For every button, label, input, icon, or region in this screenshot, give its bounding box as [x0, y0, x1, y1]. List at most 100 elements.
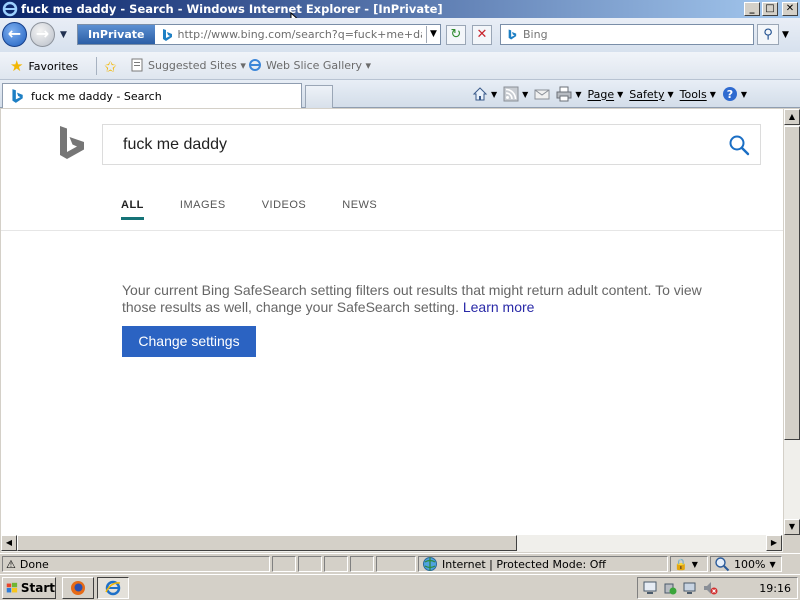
learn-more-link[interactable]: Learn more [463, 299, 535, 315]
stop-button[interactable]: ✕ [472, 25, 492, 45]
bing-search-box[interactable] [102, 124, 761, 165]
page-content: ALL IMAGES VIDEOS NEWS Your current Bing… [1, 109, 783, 535]
vertical-scrollbar[interactable]: ▲ ▼ [783, 109, 800, 535]
power-icon[interactable] [662, 580, 678, 596]
page-menu[interactable]: Page ▼ [587, 88, 623, 101]
zoom-button[interactable]: 100% ▼ [710, 556, 782, 572]
tab-videos[interactable]: VIDEOS [262, 199, 307, 220]
home-button[interactable]: ▼ [472, 86, 497, 102]
scroll-down-button[interactable]: ▼ [784, 519, 800, 535]
scroll-up-button[interactable]: ▲ [784, 109, 800, 125]
refresh-icon: ↻ [450, 27, 462, 42]
horizontal-scrollbar[interactable]: ◀ ▶ [1, 535, 783, 552]
status-bar: ⚠ Done Internet | Protected Mode: Off 🔒 … [0, 553, 800, 573]
clock[interactable]: 19:16 [759, 582, 791, 595]
minimize-button[interactable]: _ [744, 2, 760, 16]
back-button[interactable]: ← [2, 22, 27, 47]
safety-menu-label: Safety [629, 87, 665, 101]
status-text: Done [19, 557, 49, 571]
address-dropdown[interactable]: ▼ [426, 26, 440, 43]
rss-icon [503, 86, 519, 102]
tab-search[interactable]: fuck me daddy - Search [2, 83, 302, 108]
taskbar-firefox[interactable] [62, 577, 94, 599]
feeds-button[interactable]: ▼ [503, 86, 528, 102]
read-mail-button[interactable] [534, 86, 550, 102]
chevron-down-icon: ▼ [691, 559, 698, 569]
new-tab-button[interactable] [305, 85, 333, 108]
search-input[interactable] [523, 28, 723, 41]
chevron-down-icon: ▼ [667, 89, 674, 99]
chevron-down-icon: ▼ [575, 89, 582, 99]
volume-muted-icon[interactable] [702, 580, 718, 596]
title-bar[interactable]: fuck me daddy - Search - Windows Interne… [0, 0, 800, 18]
bing-query-input[interactable] [103, 135, 703, 154]
system-tray: 19:16 [637, 577, 798, 599]
safesearch-notice-text: Your current Bing SafeSearch setting fil… [122, 282, 702, 315]
scroll-left-button[interactable]: ◀ [1, 535, 17, 551]
help-button[interactable]: ? ▼ [722, 86, 747, 102]
favorite-link-suggested-sites[interactable]: Suggested Sites ▾ [130, 58, 246, 72]
chevron-down-icon: ▼ [709, 89, 716, 99]
security-zone-label: Internet | Protected Mode: Off [442, 557, 606, 571]
tab-bar: fuck me daddy - Search ▼ ▼ ▼ Page ▼ Safe… [0, 80, 800, 108]
status-pane [350, 556, 374, 572]
search-box[interactable] [500, 24, 754, 45]
ie-icon [105, 580, 121, 596]
scroll-right-button[interactable]: ▶ [766, 535, 782, 551]
print-button[interactable]: ▼ [556, 86, 581, 102]
status-pane [376, 556, 416, 572]
printer-icon [556, 86, 572, 102]
search-button[interactable]: ⚲ [757, 24, 779, 45]
favorites-bar: ★ Favorites ✩ Suggested Sites ▾ Web Slic… [0, 52, 800, 80]
home-icon [472, 87, 488, 101]
tools-menu-label: Tools [679, 87, 707, 101]
favorite-link-label: Web Slice Gallery ▾ [266, 58, 372, 72]
bing-icon [12, 89, 23, 103]
taskbar: Start 19:16 [0, 574, 800, 600]
tools-menu[interactable]: Tools ▼ [680, 88, 716, 101]
separator [96, 57, 97, 75]
status-pane [298, 556, 322, 572]
chevron-down-icon: ▼ [491, 89, 498, 99]
start-label: Start [20, 581, 55, 595]
bing-logo-icon[interactable] [57, 125, 87, 163]
horizontal-scroll-thumb[interactable] [17, 535, 517, 551]
compatibility-refresh-button[interactable]: ↻ [446, 25, 466, 45]
search-icon[interactable] [728, 134, 750, 156]
favorites-button[interactable]: ★ Favorites [6, 56, 82, 76]
taskbar-internet-explorer[interactable] [97, 577, 129, 599]
address-url[interactable]: http://www.bing.com/search?q=fuck+me+dad… [177, 28, 422, 41]
tab-news[interactable]: NEWS [342, 199, 377, 220]
warning-icon: ⚠ [6, 557, 16, 571]
favorite-link-web-slice-gallery[interactable]: Web Slice Gallery ▾ [248, 58, 371, 72]
start-button[interactable]: Start [2, 577, 56, 599]
recent-pages-dropdown[interactable]: ▼ [60, 30, 67, 40]
close-button[interactable]: ✕ [782, 2, 798, 16]
address-bar[interactable]: InPrivate http://www.bing.com/search?q=f… [77, 24, 441, 45]
tab-images[interactable]: IMAGES [180, 199, 226, 220]
tab-label: fuck me daddy - Search [31, 89, 162, 103]
chevron-down-icon: ▼ [617, 89, 624, 99]
protected-mode-button[interactable]: 🔒 ▼ [670, 556, 708, 572]
vertical-scroll-thumb[interactable] [784, 126, 800, 440]
search-options-dropdown[interactable]: ▼ [782, 30, 789, 40]
network-icon[interactable] [642, 580, 658, 596]
tab-all[interactable]: ALL [121, 199, 144, 220]
bing-icon [162, 28, 172, 41]
add-to-favorites-bar-button[interactable]: ✩ [104, 58, 117, 76]
favorite-link-label: Suggested Sites ▾ [148, 58, 246, 72]
safesearch-notice: Your current Bing SafeSearch setting fil… [122, 282, 732, 316]
inprivate-badge: InPrivate [78, 25, 155, 44]
monitor-icon[interactable] [682, 580, 698, 596]
status-pane [272, 556, 296, 572]
change-settings-button[interactable]: Change settings [122, 326, 256, 357]
svg-text:?: ? [727, 88, 733, 101]
forward-button[interactable]: → [30, 22, 55, 47]
chevron-down-icon: ▼ [769, 559, 776, 569]
window-title: fuck me daddy - Search - Windows Interne… [21, 2, 443, 16]
back-arrow-icon: ← [7, 24, 22, 43]
maximize-button[interactable]: □ [762, 2, 778, 16]
lock-icon: 🔒 [674, 557, 688, 571]
safety-menu[interactable]: Safety ▼ [629, 88, 673, 101]
security-zone[interactable]: Internet | Protected Mode: Off [418, 556, 668, 572]
